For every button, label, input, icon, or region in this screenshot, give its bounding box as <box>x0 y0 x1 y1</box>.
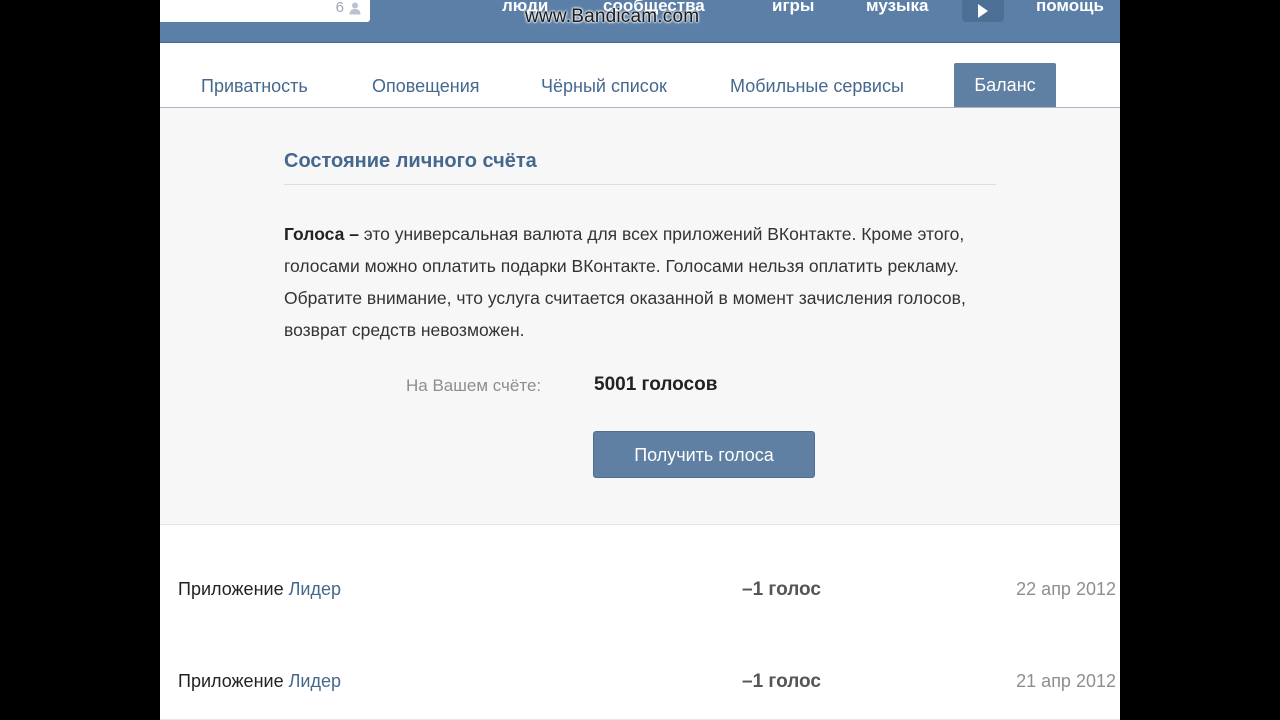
search-input[interactable]: 6 <box>160 0 370 22</box>
transaction-row: Приложение Лидер –1 голос 22 апр 2012 <box>160 535 1120 628</box>
nav-help[interactable]: помощь <box>1036 0 1104 16</box>
account-label: На Вашем счёте: <box>406 376 542 395</box>
votes-explanation: это универсальная валюта для всех прилож… <box>284 224 966 340</box>
tab-notifications[interactable]: Оповещения <box>372 75 480 97</box>
transaction-prefix: Приложение <box>178 671 284 691</box>
transaction-date: 22 апр 2012 <box>1016 579 1116 599</box>
transaction-date: 21 апр 2012 <box>1016 671 1116 691</box>
tab-balance[interactable]: Баланс <box>954 63 1056 107</box>
balance-description: Голоса – это универсальная валюта для вс… <box>284 218 984 346</box>
transaction-amount: –1 голос <box>742 579 821 600</box>
get-votes-button[interactable]: Получить голоса <box>593 431 815 478</box>
recorder-watermark: www.Bandicam.com <box>525 6 700 27</box>
search-result-count: 6 <box>335 0 344 16</box>
votes-term: Голоса – <box>284 224 359 244</box>
top-header: 6 люди сообщества игры музыка помощь www… <box>160 0 1120 43</box>
music-play-button[interactable] <box>962 0 1004 22</box>
tab-blacklist[interactable]: Чёрный список <box>541 75 667 97</box>
vk-settings-window: 6 люди сообщества игры музыка помощь www… <box>160 0 1120 720</box>
transaction-app-link[interactable]: Лидер <box>289 671 341 691</box>
user-icon <box>349 2 361 15</box>
transaction-prefix: Приложение <box>178 579 284 599</box>
balance-panel: Состояние личного счёта Голоса – это уни… <box>160 108 1120 525</box>
transaction-description: Приложение Лидер <box>178 671 341 692</box>
tab-mobile-services[interactable]: Мобильные сервисы <box>730 75 904 97</box>
account-balance: 5001 голосов <box>594 374 718 395</box>
settings-tabs: Приватность Оповещения Чёрный список Моб… <box>160 43 1120 108</box>
section-divider <box>284 184 996 185</box>
section-title: Состояние личного счёта <box>284 150 537 172</box>
transaction-app-link[interactable]: Лидер <box>289 579 341 599</box>
transaction-description: Приложение Лидер <box>178 579 341 600</box>
transaction-row: Приложение Лидер –1 голос 21 апр 2012 <box>160 627 1120 720</box>
transaction-amount: –1 голос <box>742 671 821 692</box>
nav-music[interactable]: музыка <box>866 0 929 16</box>
nav-games[interactable]: игры <box>772 0 814 16</box>
play-icon <box>978 4 988 18</box>
tab-privacy[interactable]: Приватность <box>201 75 308 97</box>
